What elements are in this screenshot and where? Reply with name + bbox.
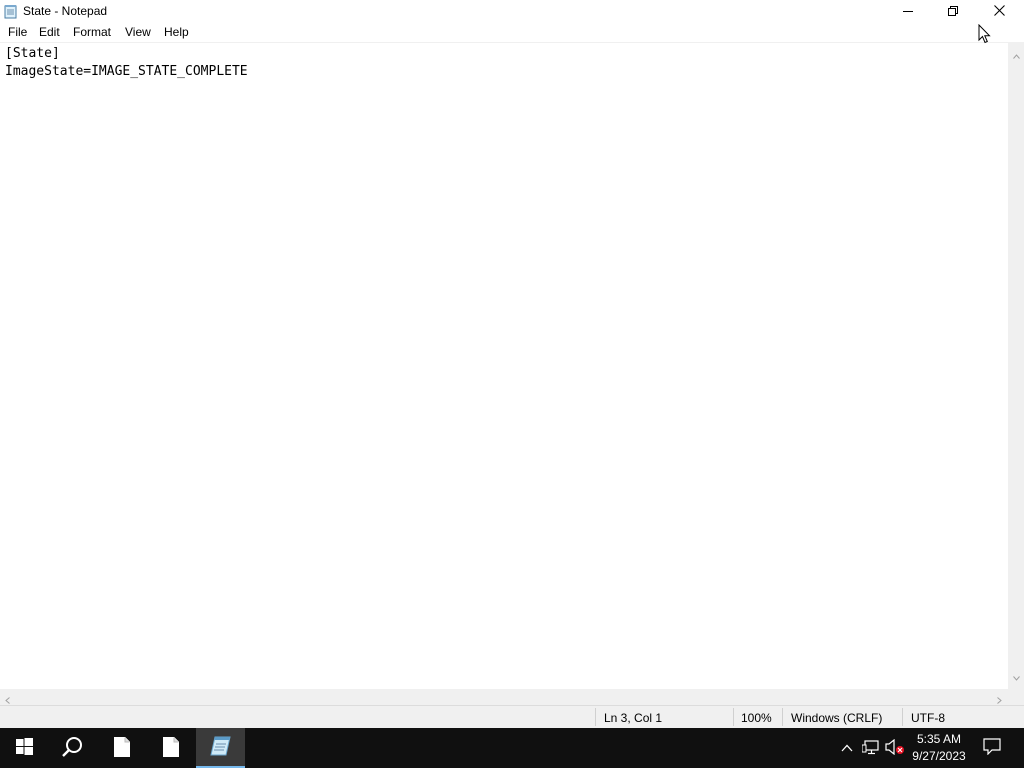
- taskbar-notepad-button[interactable]: [196, 728, 245, 768]
- menu-format[interactable]: Format: [73, 25, 111, 39]
- notification-icon: [983, 738, 1001, 758]
- editor-line: [State]: [5, 46, 60, 61]
- notepad-icon: [209, 736, 232, 759]
- volume-button[interactable]: [884, 728, 906, 768]
- close-button[interactable]: [976, 0, 1022, 23]
- network-icon: [861, 739, 880, 758]
- menu-view[interactable]: View: [125, 25, 151, 39]
- restore-icon: [948, 5, 958, 19]
- taskbar-clock[interactable]: 5:35 AM 9/27/2023: [906, 731, 972, 765]
- clock-date: 9/27/2023: [912, 749, 966, 763]
- notepad-icon: [4, 4, 18, 19]
- start-button[interactable]: [0, 728, 48, 768]
- status-divider: [733, 708, 734, 726]
- title-bar: State - Notepad: [0, 0, 1024, 23]
- scrollbar-corner: [1008, 689, 1024, 705]
- status-divider: [782, 708, 783, 726]
- search-icon: [61, 736, 83, 761]
- scroll-up-icon[interactable]: [1013, 48, 1020, 62]
- status-line-endings: Windows (CRLF): [791, 711, 883, 725]
- taskbar-file-button[interactable]: [147, 728, 195, 768]
- scroll-down-icon[interactable]: [1013, 670, 1020, 684]
- chevron-up-icon: [841, 741, 853, 755]
- status-bar: Ln 3, Col 1 100% Windows (CRLF) UTF-8: [0, 705, 1024, 728]
- file-icon: [114, 736, 130, 760]
- window-title: State - Notepad: [23, 4, 108, 18]
- status-zoom: 100%: [741, 711, 772, 725]
- file-icon: [163, 736, 179, 760]
- editor-line: ImageState=IMAGE_STATE_COMPLETE: [5, 64, 248, 79]
- restore-button[interactable]: [930, 0, 976, 23]
- status-divider: [902, 708, 903, 726]
- minimize-button[interactable]: [885, 0, 931, 23]
- menu-bar: File Edit Format View Help: [0, 23, 1024, 42]
- menu-edit[interactable]: Edit: [39, 25, 60, 39]
- close-icon: [993, 4, 1005, 19]
- status-encoding: UTF-8: [911, 711, 945, 725]
- horizontal-scrollbar[interactable]: [0, 689, 1008, 705]
- clock-time: 5:35 AM: [916, 732, 962, 746]
- menu-file[interactable]: File: [8, 25, 27, 39]
- show-hidden-icons-button[interactable]: [838, 728, 856, 768]
- status-divider: [595, 708, 596, 726]
- action-center-button[interactable]: [980, 728, 1004, 768]
- volume-muted-icon: [885, 738, 905, 758]
- network-button[interactable]: [860, 728, 882, 768]
- status-position: Ln 3, Col 1: [604, 711, 663, 725]
- taskbar: 5:35 AM 9/27/2023: [0, 728, 1024, 768]
- search-button[interactable]: [48, 728, 96, 768]
- mouse-cursor-icon: [978, 23, 991, 47]
- text-editor[interactable]: [State] ImageState=IMAGE_STATE_COMPLETE: [0, 42, 1008, 689]
- vertical-scrollbar[interactable]: [1008, 42, 1024, 689]
- taskbar-file-button[interactable]: [98, 728, 146, 768]
- start-icon: [15, 738, 33, 758]
- menu-help[interactable]: Help: [164, 25, 189, 39]
- minimize-icon: [903, 5, 913, 19]
